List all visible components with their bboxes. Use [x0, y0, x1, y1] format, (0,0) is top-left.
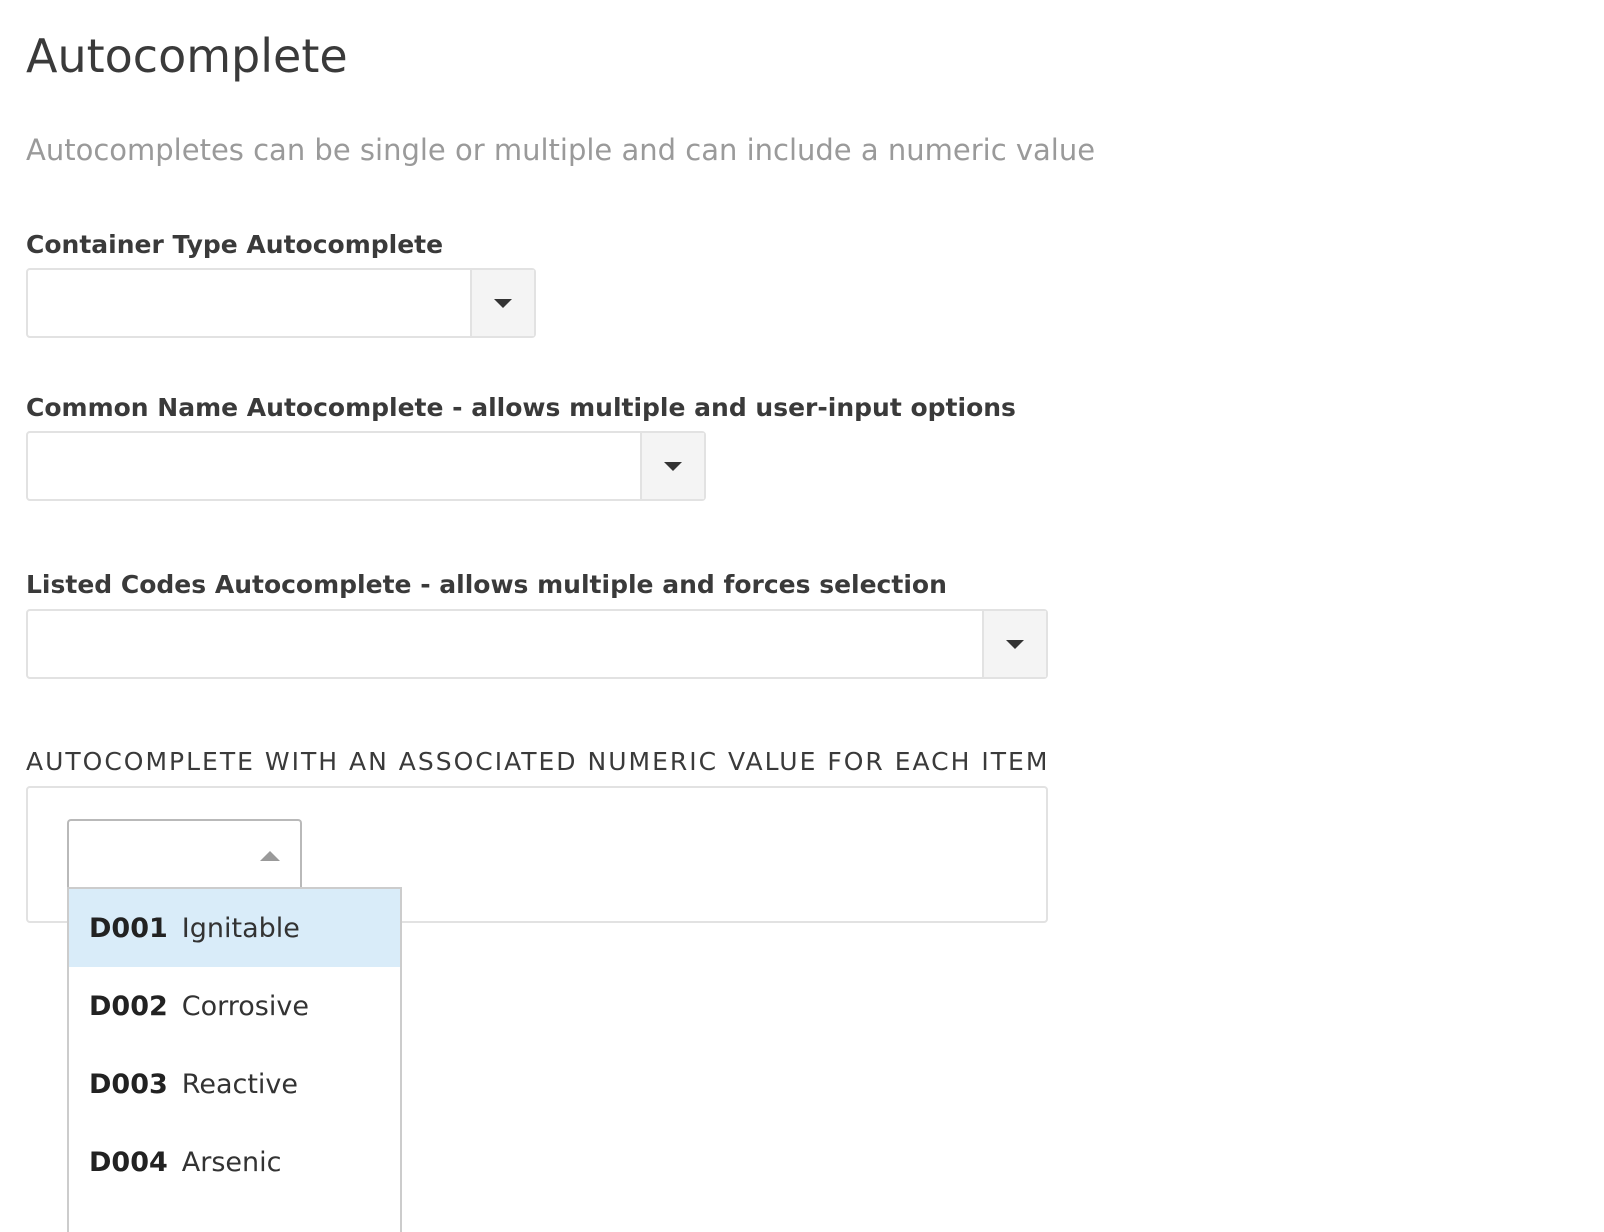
common-name-input[interactable] [28, 433, 640, 499]
option-name: Corrosive [181, 990, 309, 1022]
numeric-item-dropdown-menu: D001 Ignitable D002 Corrosive D003 React… [67, 887, 402, 1232]
common-name-label: Common Name Autocomplete - allows multip… [26, 393, 1016, 422]
numeric-section-label: AUTOCOMPLETE WITH AN ASSOCIATED NUMERIC … [26, 747, 1050, 776]
page-title: Autocomplete [26, 29, 348, 83]
listed-codes-autocomplete [26, 609, 1048, 679]
container-type-input[interactable] [28, 270, 470, 336]
option-name: Reactive [181, 1068, 299, 1100]
chevron-up-icon [260, 851, 280, 861]
dropdown-option[interactable]: D001 Ignitable [69, 889, 400, 967]
common-name-dropdown-button[interactable] [640, 433, 704, 499]
option-code: D004 [89, 1146, 168, 1178]
chevron-down-icon [664, 461, 682, 471]
dropdown-option[interactable]: D004 Arsenic [69, 1123, 400, 1201]
dropdown-option[interactable]: D003 Reactive [69, 1045, 400, 1123]
option-code: D001 [89, 912, 168, 944]
page-subtitle: Autocompletes can be single or multiple … [26, 133, 1096, 167]
page: Autocomplete Autocompletes can be single… [0, 0, 1604, 1232]
container-type-dropdown-button[interactable] [470, 270, 534, 336]
option-name: Arsenic [181, 1146, 282, 1178]
listed-codes-label: Listed Codes Autocomplete - allows multi… [26, 570, 947, 599]
option-code: D002 [89, 990, 168, 1022]
listed-codes-input[interactable] [28, 611, 982, 677]
numeric-item-select[interactable] [67, 819, 302, 891]
option-name: Ignitable [181, 912, 300, 944]
option-code: D003 [89, 1068, 168, 1100]
dropdown-option[interactable]: D002 Corrosive [69, 967, 400, 1045]
chevron-down-icon [494, 298, 512, 308]
container-type-label: Container Type Autocomplete [26, 230, 444, 259]
chevron-down-icon [1006, 639, 1024, 649]
listed-codes-dropdown-button[interactable] [982, 611, 1046, 677]
common-name-autocomplete [26, 431, 706, 501]
container-type-autocomplete [26, 268, 536, 338]
